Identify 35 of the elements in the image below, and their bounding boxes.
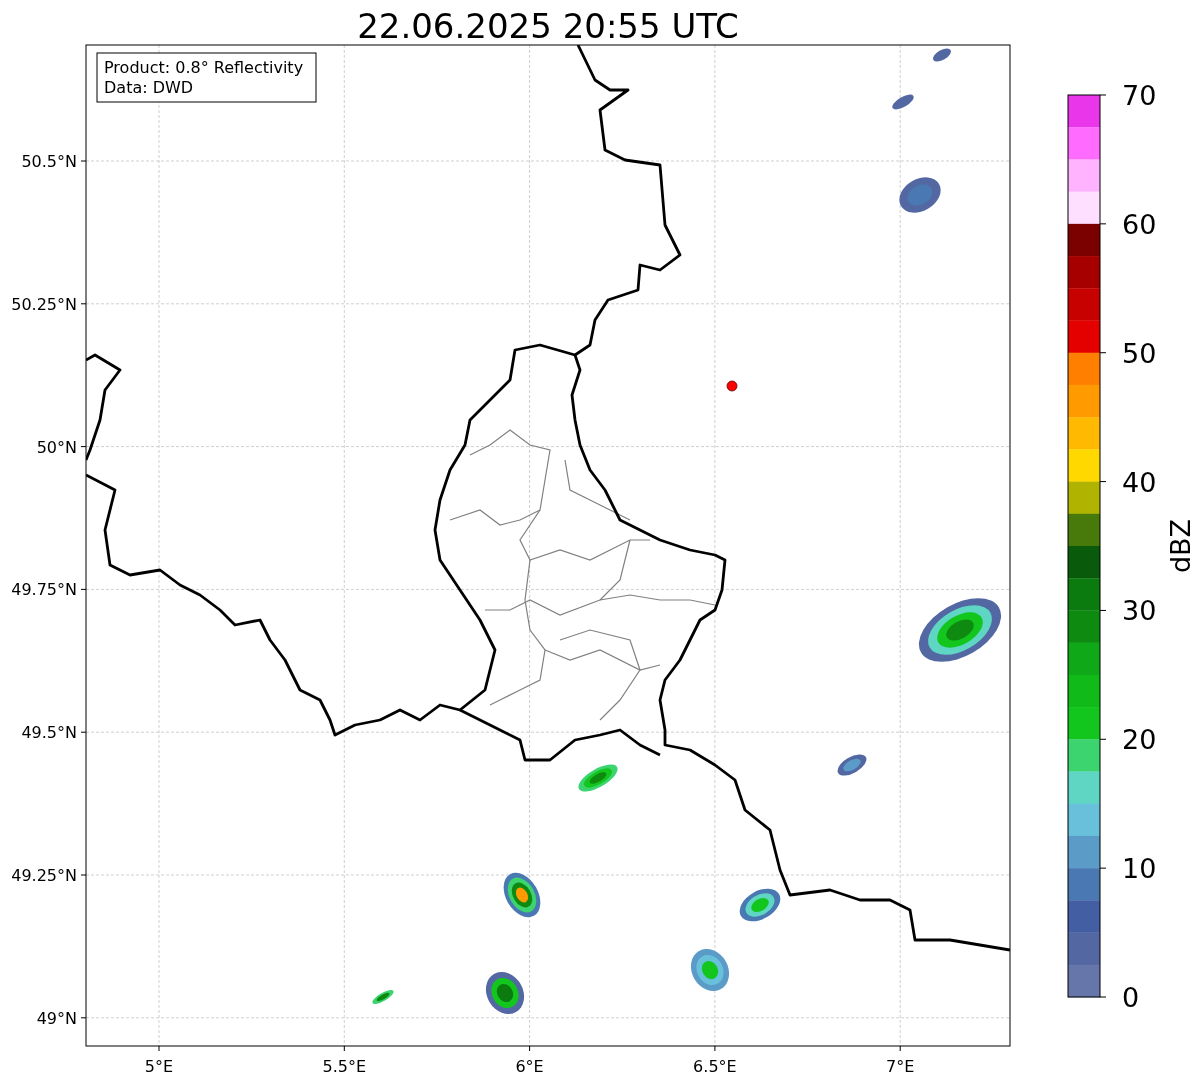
colorbar-tick-label: 40: [1122, 466, 1157, 498]
info-text: Data: DWD: [104, 78, 194, 97]
colorbar-tick-label: 70: [1122, 80, 1157, 111]
longitude-label: 7°E: [886, 1057, 915, 1076]
colorbar-tick-label: 10: [1122, 853, 1157, 885]
radar-echo: [372, 990, 394, 1004]
latitude-label: 49.25°N: [11, 866, 77, 885]
colorbar-title: dBZ: [1165, 518, 1196, 574]
radar-echo: [578, 764, 618, 792]
plot-title: 22.06.2025 20:55 UTC: [357, 6, 739, 46]
latitude-label: 49°N: [36, 1008, 77, 1028]
latitude-label: 49.75°N: [11, 580, 77, 600]
info-text: Product: 0.8° Reflectivity: [104, 58, 304, 77]
radar-echo: [690, 948, 730, 992]
radar-echo: [899, 177, 941, 213]
colorbar-tick-label: 60: [1122, 208, 1157, 240]
latitude-label: 50.5°N: [21, 152, 77, 171]
latitude-label: 50°N: [36, 437, 77, 457]
latitude-label: 50.25°N: [11, 294, 77, 314]
longitude-label: 6.5°E: [693, 1057, 737, 1076]
radar-echo: [739, 888, 781, 922]
longitude-label: 6°E: [515, 1057, 544, 1076]
colorbar-tick-label: 30: [1122, 595, 1157, 627]
location-marker: [726, 380, 738, 392]
latitude-label: 49.5°N: [21, 723, 77, 743]
radar-echo: [503, 872, 541, 918]
longitude-label: 5°E: [144, 1057, 174, 1076]
colorbar-tick-label: 50: [1122, 337, 1157, 369]
colorbar-tick-label: 20: [1122, 724, 1157, 756]
colorbar-tick-label: 0: [1122, 982, 1140, 1013]
longitude-label: 5.5°E: [322, 1057, 367, 1076]
radar-echo: [933, 48, 951, 62]
radar-echo: [837, 754, 867, 776]
radar-echo: [485, 971, 525, 1015]
radar-echo: [892, 94, 914, 110]
